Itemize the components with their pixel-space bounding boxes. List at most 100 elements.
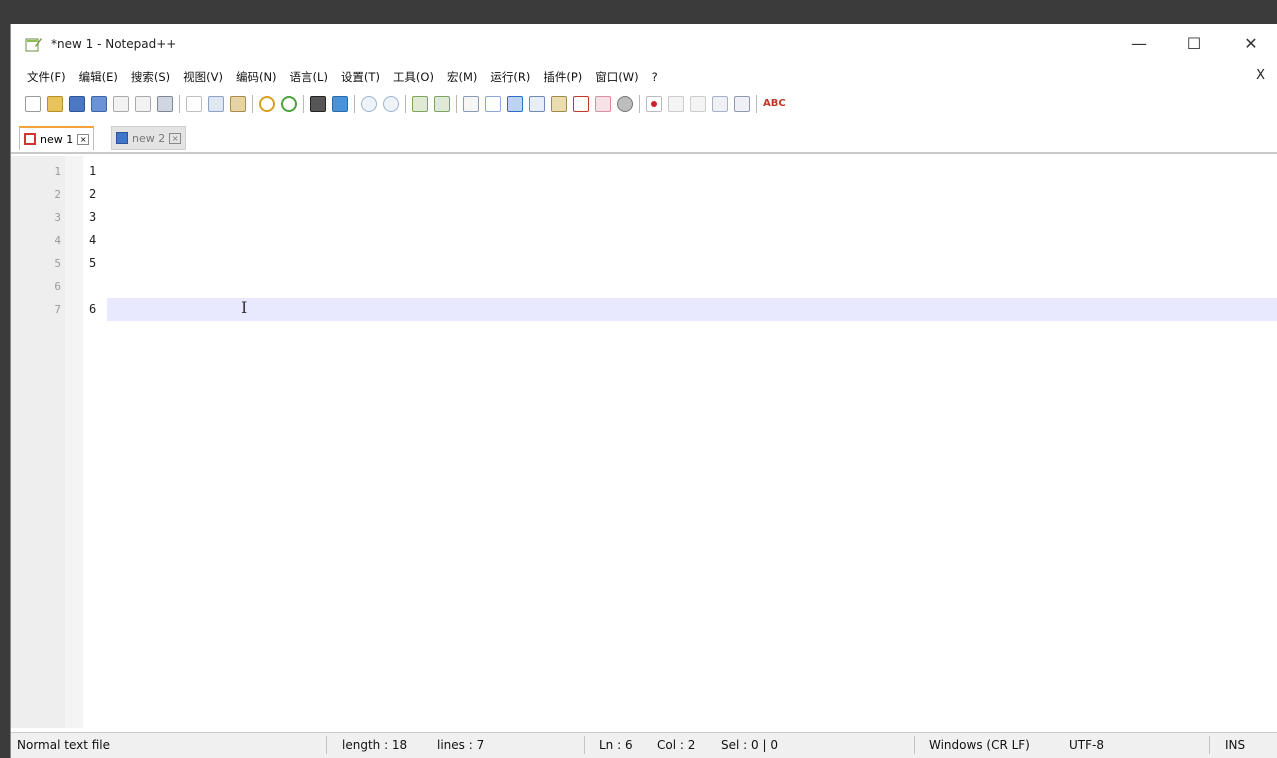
status-length: length : 18 bbox=[342, 738, 408, 752]
toolbar: ABC bbox=[25, 92, 786, 116]
undo-icon[interactable] bbox=[259, 96, 275, 112]
print-icon[interactable] bbox=[157, 96, 173, 112]
menu-tools[interactable]: 工具(O) bbox=[393, 69, 434, 85]
panel-icon[interactable] bbox=[617, 96, 633, 112]
indent-guide-icon[interactable] bbox=[507, 96, 523, 112]
close-all-icon[interactable] bbox=[135, 96, 151, 112]
new-file-icon[interactable] bbox=[25, 96, 41, 112]
playback-macro-icon[interactable] bbox=[690, 96, 706, 112]
menu-file[interactable]: 文件(F) bbox=[27, 69, 66, 85]
menu-help[interactable]: ? bbox=[652, 70, 658, 84]
tab-close-icon[interactable]: × bbox=[77, 133, 90, 145]
status-col: Col : 2 bbox=[657, 738, 696, 752]
save-saved-icon bbox=[116, 132, 128, 144]
spell-check-icon[interactable]: ABC bbox=[763, 96, 786, 112]
line-number: 5 bbox=[54, 257, 61, 270]
status-separator bbox=[326, 736, 327, 754]
menu-run[interactable]: 运行(R) bbox=[490, 69, 530, 85]
stop-recording-icon[interactable] bbox=[668, 96, 684, 112]
code-line: 3 bbox=[89, 210, 97, 224]
replace-icon[interactable] bbox=[332, 96, 348, 112]
line-number-gutter: 1 2 3 4 5 6 7 bbox=[11, 156, 83, 728]
status-bar: Normal text file length : 18 lines : 7 L… bbox=[11, 732, 1277, 758]
menu-language[interactable]: 语言(L) bbox=[290, 69, 328, 85]
status-file-type: Normal text file bbox=[17, 738, 111, 752]
tab-close-icon[interactable]: × bbox=[169, 132, 182, 144]
line-number: 1 bbox=[54, 165, 61, 178]
menu-settings[interactable]: 设置(T) bbox=[341, 69, 380, 85]
status-separator bbox=[584, 736, 585, 754]
title-bar: *new 1 - Notepad++ — ☐ ✕ bbox=[11, 24, 1277, 66]
window-title: *new 1 - Notepad++ bbox=[51, 37, 177, 51]
text-editor[interactable]: 1 2 3 4 5 6 7 1 2 3 4 5 6 I bbox=[11, 156, 1277, 728]
line-number: 7 bbox=[54, 303, 61, 316]
paste-icon[interactable] bbox=[230, 96, 246, 112]
current-line-highlight bbox=[107, 298, 1277, 321]
status-insert-mode[interactable]: INS bbox=[1225, 738, 1245, 752]
status-ln: Ln : 6 bbox=[599, 738, 633, 752]
menu-edit[interactable]: 编辑(E) bbox=[79, 69, 118, 85]
line-number: 4 bbox=[54, 234, 61, 247]
line-number: 2 bbox=[54, 188, 61, 201]
find-icon[interactable] bbox=[310, 96, 326, 112]
line-number: 6 bbox=[54, 280, 61, 293]
close-document-button[interactable]: X bbox=[1256, 68, 1265, 83]
zoom-in-icon[interactable] bbox=[361, 96, 377, 112]
cut-icon[interactable] bbox=[186, 96, 202, 112]
toolbar-separator bbox=[405, 95, 406, 113]
minimize-button[interactable]: — bbox=[1119, 30, 1159, 56]
maximize-button[interactable]: ☐ bbox=[1174, 30, 1214, 56]
code-line: 6 bbox=[89, 302, 97, 316]
toolbar-separator bbox=[252, 95, 253, 113]
run-macro-multiple-icon[interactable] bbox=[712, 96, 728, 112]
tab-label: new 1 bbox=[40, 132, 74, 146]
copy-icon[interactable] bbox=[208, 96, 224, 112]
menu-macro[interactable]: 宏(M) bbox=[447, 69, 477, 85]
notepad-window: *new 1 - Notepad++ — ☐ ✕ 文件(F) 编辑(E) 搜索(… bbox=[10, 24, 1277, 758]
status-eol[interactable]: Windows (CR LF) bbox=[929, 738, 1030, 752]
code-line: 1 bbox=[89, 164, 97, 178]
tab-bar: new 1 × new 2 × bbox=[11, 124, 1277, 154]
save-all-icon[interactable] bbox=[91, 96, 107, 112]
tab-new-2[interactable]: new 2 × bbox=[111, 126, 187, 150]
tab-new-1[interactable]: new 1 × bbox=[19, 126, 95, 150]
menu-window[interactable]: 窗口(W) bbox=[595, 69, 638, 85]
monitoring-icon[interactable] bbox=[595, 96, 611, 112]
toolbar-separator bbox=[354, 95, 355, 113]
document-map-icon[interactable] bbox=[529, 96, 545, 112]
save-macro-icon[interactable] bbox=[734, 96, 750, 112]
function-list-icon[interactable] bbox=[551, 96, 567, 112]
close-file-icon[interactable] bbox=[113, 96, 129, 112]
maximize-icon: ☐ bbox=[1186, 33, 1202, 53]
record-macro-icon[interactable] bbox=[646, 96, 662, 112]
fold-margin[interactable] bbox=[65, 156, 83, 728]
menu-encoding[interactable]: 编码(N) bbox=[236, 69, 277, 85]
save-icon[interactable] bbox=[69, 96, 85, 112]
text-cursor-icon: I bbox=[241, 298, 248, 317]
code-line: 4 bbox=[89, 233, 97, 247]
zoom-out-icon[interactable] bbox=[383, 96, 399, 112]
status-separator bbox=[914, 736, 915, 754]
redo-icon[interactable] bbox=[281, 96, 297, 112]
folder-workspace-icon[interactable] bbox=[573, 96, 589, 112]
sync-horizontal-icon[interactable] bbox=[434, 96, 450, 112]
status-encoding[interactable]: UTF-8 bbox=[1069, 738, 1104, 752]
word-wrap-icon[interactable] bbox=[463, 96, 479, 112]
sync-vertical-icon[interactable] bbox=[412, 96, 428, 112]
toolbar-separator bbox=[303, 95, 304, 113]
show-all-characters-icon[interactable] bbox=[485, 96, 501, 112]
close-icon: ✕ bbox=[1244, 33, 1258, 53]
menu-view[interactable]: 视图(V) bbox=[183, 69, 223, 85]
close-button[interactable]: ✕ bbox=[1231, 30, 1271, 56]
toolbar-separator bbox=[639, 95, 640, 113]
code-line: 2 bbox=[89, 187, 97, 201]
save-unsaved-icon bbox=[24, 133, 36, 145]
code-line: 5 bbox=[89, 256, 97, 270]
open-file-icon[interactable] bbox=[47, 96, 63, 112]
minimize-icon: — bbox=[1131, 33, 1147, 53]
menu-bar: 文件(F) 编辑(E) 搜索(S) 视图(V) 编码(N) 语言(L) 设置(T… bbox=[11, 66, 1277, 88]
tab-label: new 2 bbox=[132, 131, 166, 145]
line-number: 3 bbox=[54, 211, 61, 224]
menu-search[interactable]: 搜索(S) bbox=[131, 69, 170, 85]
menu-plugins[interactable]: 插件(P) bbox=[543, 69, 582, 85]
